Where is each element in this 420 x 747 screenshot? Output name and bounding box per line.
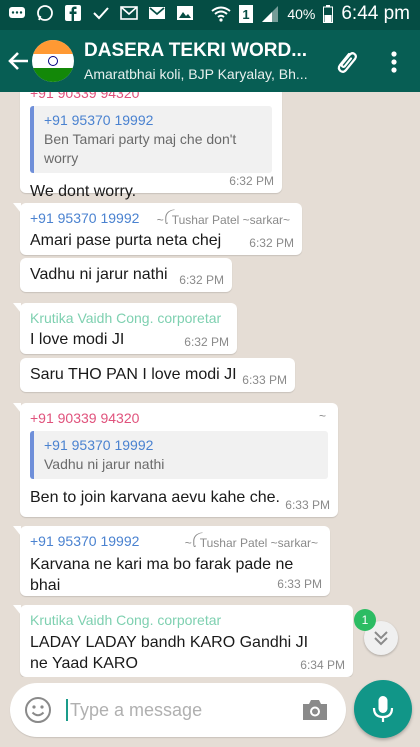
message-input[interactable] (70, 695, 290, 725)
message-time: 6:32 PM (184, 335, 229, 349)
paperclip-icon[interactable] (332, 48, 360, 76)
sender-handle: ~ꪶ Tushar Patel ~sarkar~ (184, 536, 318, 550)
status-bar: 1 40% 6:44 pm (0, 0, 420, 30)
clock: 6:44 pm (341, 3, 410, 24)
composer (10, 683, 346, 737)
more-vert-icon[interactable] (384, 48, 404, 76)
message-sender: Krutika Vaidh Cong. corporetar (30, 612, 222, 628)
battery-icon (323, 5, 334, 23)
quoted-sender: +91 95370 19992 (44, 112, 154, 128)
message-text: Ben to join karvana aevu kahe che. (30, 489, 280, 506)
emoji-icon[interactable] (24, 696, 52, 724)
signal-icon (262, 6, 279, 22)
svg-text:1: 1 (243, 7, 250, 22)
group-title[interactable]: DASERA TEKRI WORD... (84, 40, 324, 62)
quoted-message[interactable]: +91 95370 19992 Ben Tamari party maj che… (30, 106, 272, 173)
message-time: 6:32 PM (249, 236, 294, 250)
group-participants[interactable]: Amaratbhai koli, BJP Karyalay, Bh... (84, 66, 320, 82)
chakra-icon (48, 56, 58, 66)
gallery-icon (177, 6, 193, 20)
wifi-icon (211, 6, 231, 22)
microphone-icon (372, 696, 394, 722)
voice-record-button[interactable] (354, 680, 412, 738)
quoted-sender: +91 95370 19992 (44, 437, 154, 453)
message-time: 6:33 PM (285, 498, 330, 512)
message-bubble[interactable]: Vadhu ni jarur nathi 6:32 PM (20, 258, 232, 292)
quoted-text: Ben Tamari party maj che don't worry (44, 131, 237, 166)
gmail-icon (149, 7, 165, 19)
message-bubble[interactable]: +91 90339 94320 ~ +91 95370 19992 Vadhu … (13, 403, 338, 517)
quoted-text: Vadhu ni jarur nathi (44, 456, 165, 472)
sender-handle: ~ (318, 409, 326, 423)
mail-icon (120, 6, 138, 20)
message-bubble[interactable]: +91 95370 19992 ~ꪶ Tushar Patel ~sarkar~… (13, 526, 330, 596)
camera-icon[interactable] (300, 697, 330, 723)
message-time: 6:34 PM (300, 658, 345, 672)
messages-icon (9, 7, 25, 18)
message-sender: Krutika Vaidh Cong. corporetar (30, 310, 222, 326)
message-bubble[interactable]: Saru THO PAN I love modi JI 6:33 PM (20, 358, 295, 392)
message-list[interactable]: +91 90339 94320 +91 95370 19992 Ben Tama… (0, 92, 420, 677)
whatsapp-icon (37, 5, 53, 21)
chat-header: DASERA TEKRI WORD... Amaratbhai koli, BJ… (0, 30, 420, 92)
message-time: 6:33 PM (242, 373, 287, 387)
message-text: LADAY LADAY bandh KARO Gandhi JI ne Yaad… (30, 634, 309, 672)
check-icon (93, 7, 109, 20)
sender-handle: ~ꪶ Tushar Patel ~sarkar~ (156, 213, 290, 227)
message-sender: +91 90339 94320 (30, 92, 140, 101)
number-1-icon: 1 (239, 5, 254, 23)
message-bubble[interactable]: +91 95370 19992 ~ꪶ Tushar Patel ~sarkar~… (13, 203, 302, 255)
message-time: 6:32 PM (179, 273, 224, 287)
battery-percent: 40% (287, 6, 316, 22)
message-bubble[interactable]: Krutika Vaidh Cong. corporetar LADAY LAD… (13, 605, 353, 677)
message-bubble[interactable]: +91 90339 94320 +91 95370 19992 Ben Tama… (20, 92, 282, 200)
message-time: 6:32 PM (229, 174, 274, 188)
quoted-message[interactable]: +91 95370 19992 Vadhu ni jarur nathi (30, 431, 328, 479)
text-cursor (66, 699, 68, 721)
back-arrow-icon[interactable] (6, 48, 32, 74)
message-time: 6:33 PM (277, 577, 322, 591)
facebook-icon (65, 5, 81, 21)
message-sender: +91 90339 94320 (30, 410, 140, 426)
unread-count-badge: 1 (354, 609, 376, 631)
message-bubble[interactable]: Krutika Vaidh Cong. corporetar I love mo… (13, 303, 237, 354)
group-avatar[interactable] (32, 40, 74, 82)
